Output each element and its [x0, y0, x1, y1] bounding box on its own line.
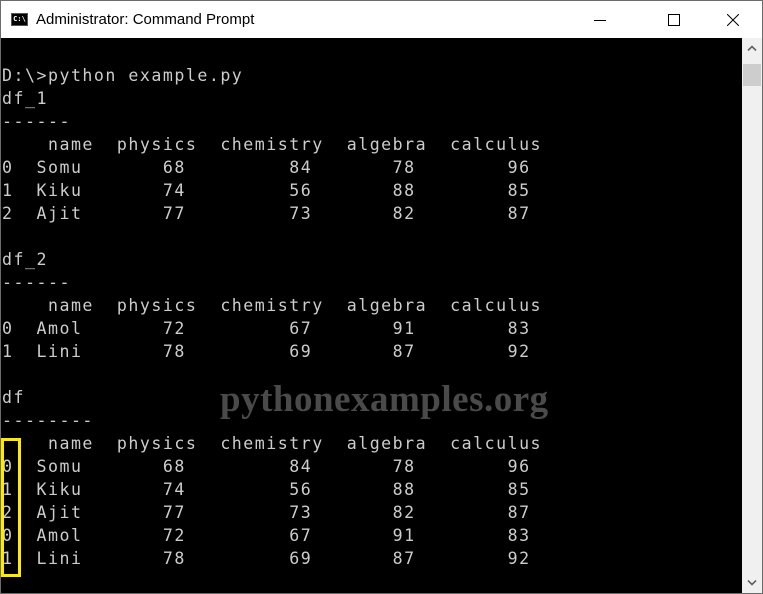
console-line: name physics chemistry algebra calculus [2, 135, 543, 154]
cmd-app-icon[interactable]: C:\ [11, 13, 28, 26]
console-line: df_2 [2, 250, 48, 269]
terminal-text: D:\>python example.py df_1 ------ name phy… [2, 41, 542, 570]
console-line: 0 Amol 72 67 91 83 [2, 526, 531, 545]
minimize-icon [594, 19, 606, 21]
console-line: 2 Ajit 77 73 82 87 [2, 204, 531, 223]
watermark: pythonexamples.org [220, 379, 549, 420]
maximize-button[interactable] [651, 1, 697, 38]
index-highlight-box [1, 438, 21, 577]
window-title: Administrator: Command Prompt [36, 11, 255, 28]
console-output[interactable]: D:\>python example.py df_1 ------ name phy… [1, 38, 742, 593]
console-line: 1 Lini 78 69 87 92 [2, 342, 531, 361]
chevron-up-icon [747, 45, 757, 51]
console-line: 1 Kiku 74 56 88 85 [2, 480, 531, 499]
scroll-down-button[interactable] [742, 573, 762, 593]
console-line: name physics chemistry algebra calculus [2, 434, 543, 453]
maximize-icon [668, 13, 680, 26]
console-line: D:\>python example.py [2, 66, 244, 85]
title-bar[interactable]: C:\ Administrator: Command Prompt [1, 1, 762, 38]
console-line: 1 Lini 78 69 87 92 [2, 549, 531, 568]
close-icon [727, 13, 739, 26]
scroll-thumb[interactable] [743, 64, 761, 86]
console-line: 1 Kiku 74 56 88 85 [2, 181, 531, 200]
vertical-scrollbar[interactable] [742, 38, 762, 593]
console-line: 0 Somu 68 84 78 96 [2, 158, 531, 177]
console-line: ------ [2, 112, 71, 131]
console-line: ------ [2, 273, 71, 292]
console-line: 2 Ajit 77 73 82 87 [2, 503, 531, 522]
scroll-up-button[interactable] [742, 38, 762, 58]
close-button[interactable] [710, 1, 756, 38]
chevron-down-icon [747, 580, 757, 586]
console-line: df_1 [2, 89, 48, 108]
console-line: 0 Somu 68 84 78 96 [2, 457, 531, 476]
minimize-button[interactable] [577, 1, 623, 38]
console-line: name physics chemistry algebra calculus [2, 296, 543, 315]
command-prompt-window: C:\ Administrator: Command Prompt D:\>py… [0, 0, 763, 594]
console-line: 0 Amol 72 67 91 83 [2, 319, 531, 338]
